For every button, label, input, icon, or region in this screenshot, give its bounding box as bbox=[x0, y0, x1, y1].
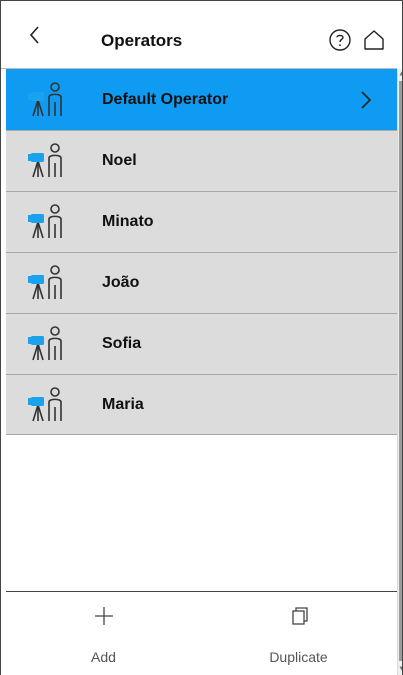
operator-row[interactable]: João bbox=[6, 252, 397, 313]
operators-window: Operators Default Operator Noel Minato J… bbox=[0, 0, 403, 675]
scrollbar[interactable] bbox=[397, 69, 403, 675]
operator-name: Sofia bbox=[102, 335, 142, 352]
add-operator-button[interactable]: Add bbox=[6, 592, 201, 675]
operator-row[interactable]: Maria bbox=[6, 374, 397, 435]
footer-toolbar: Add Duplicate bbox=[6, 591, 397, 675]
operator-row[interactable]: Noel bbox=[6, 130, 397, 191]
plus-icon bbox=[95, 607, 113, 625]
operator-surveyor-icon bbox=[26, 141, 70, 181]
chevron-right-icon[interactable] bbox=[359, 90, 373, 110]
home-icon bbox=[364, 30, 384, 50]
duplicate-operator-button[interactable]: Duplicate bbox=[201, 592, 396, 675]
operator-row[interactable]: Sofia bbox=[6, 313, 397, 374]
operator-name: João bbox=[102, 274, 140, 291]
home-button[interactable] bbox=[362, 28, 386, 52]
operator-surveyor-icon bbox=[26, 263, 70, 303]
operator-surveyor-icon bbox=[26, 202, 70, 242]
page-title: Operators bbox=[101, 31, 183, 50]
scroll-down-arrow-icon[interactable] bbox=[399, 666, 403, 671]
operator-list: Default Operator Noel Minato João Sofia bbox=[6, 69, 397, 435]
operator-row[interactable]: Minato bbox=[6, 191, 397, 252]
help-button[interactable] bbox=[328, 28, 352, 52]
operator-row[interactable]: Default Operator bbox=[6, 69, 397, 130]
add-label: Add bbox=[91, 649, 116, 665]
question-circle-icon bbox=[329, 29, 351, 51]
operator-surveyor-icon bbox=[26, 385, 70, 425]
operator-name: Maria bbox=[102, 396, 144, 413]
operator-surveyor-icon bbox=[26, 80, 70, 120]
scroll-thumb[interactable] bbox=[399, 81, 402, 661]
copy-icon bbox=[292, 607, 308, 625]
operator-name: Default Operator bbox=[102, 91, 229, 108]
chevron-left-icon bbox=[29, 26, 39, 44]
operator-name: Noel bbox=[102, 152, 137, 169]
scroll-up-arrow-icon[interactable] bbox=[399, 71, 403, 76]
operator-name: Minato bbox=[102, 213, 154, 230]
header-bar: Operators bbox=[1, 1, 397, 69]
back-button[interactable] bbox=[23, 23, 47, 47]
duplicate-label: Duplicate bbox=[269, 649, 328, 665]
operator-surveyor-icon bbox=[26, 324, 70, 364]
